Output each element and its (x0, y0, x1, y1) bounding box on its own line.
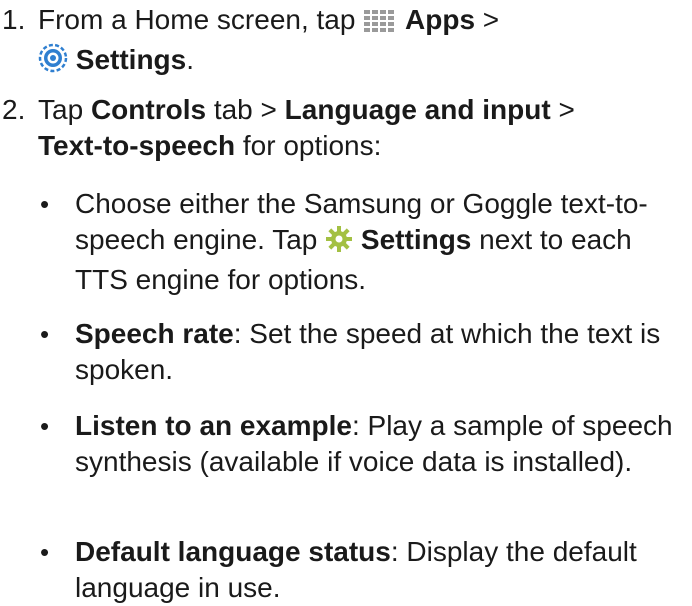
bullet-term: Speech rate (75, 318, 234, 349)
apps-label: Apps (405, 4, 476, 35)
bullet-dot: • (40, 411, 50, 441)
bullet-text: Choose either the Samsung or Goggle text… (75, 188, 648, 295)
tts-label: Text-to-speech (38, 130, 236, 161)
bullet-dot: • (40, 189, 50, 219)
bullet-text: Speech rate: Set the speed at which the … (75, 316, 680, 388)
bullet-term: Listen to an example (75, 410, 352, 441)
bullet-dot: • (40, 537, 50, 567)
gear-icon (325, 225, 353, 262)
step-text: From a Home screen, tap Apps > Settings. (38, 2, 690, 82)
settings-label: Settings (360, 224, 472, 255)
bullet-text: Listen to an example: Play a sample of s… (75, 408, 680, 480)
controls-label: Controls (90, 94, 207, 125)
language-label: Language and input (284, 94, 551, 125)
bullet-dot: • (40, 319, 50, 349)
apps-grid-icon (363, 6, 397, 42)
settings-app-icon (38, 43, 68, 82)
step-text: Tap Controls tab > Language and input > … (38, 94, 575, 161)
bullet-text: Default language status: Display the def… (75, 534, 680, 606)
step-number: 2. (2, 94, 26, 125)
settings-label: Settings (75, 44, 187, 75)
step-number: 1. (2, 4, 26, 35)
bullet-term: Default language status (75, 536, 391, 567)
